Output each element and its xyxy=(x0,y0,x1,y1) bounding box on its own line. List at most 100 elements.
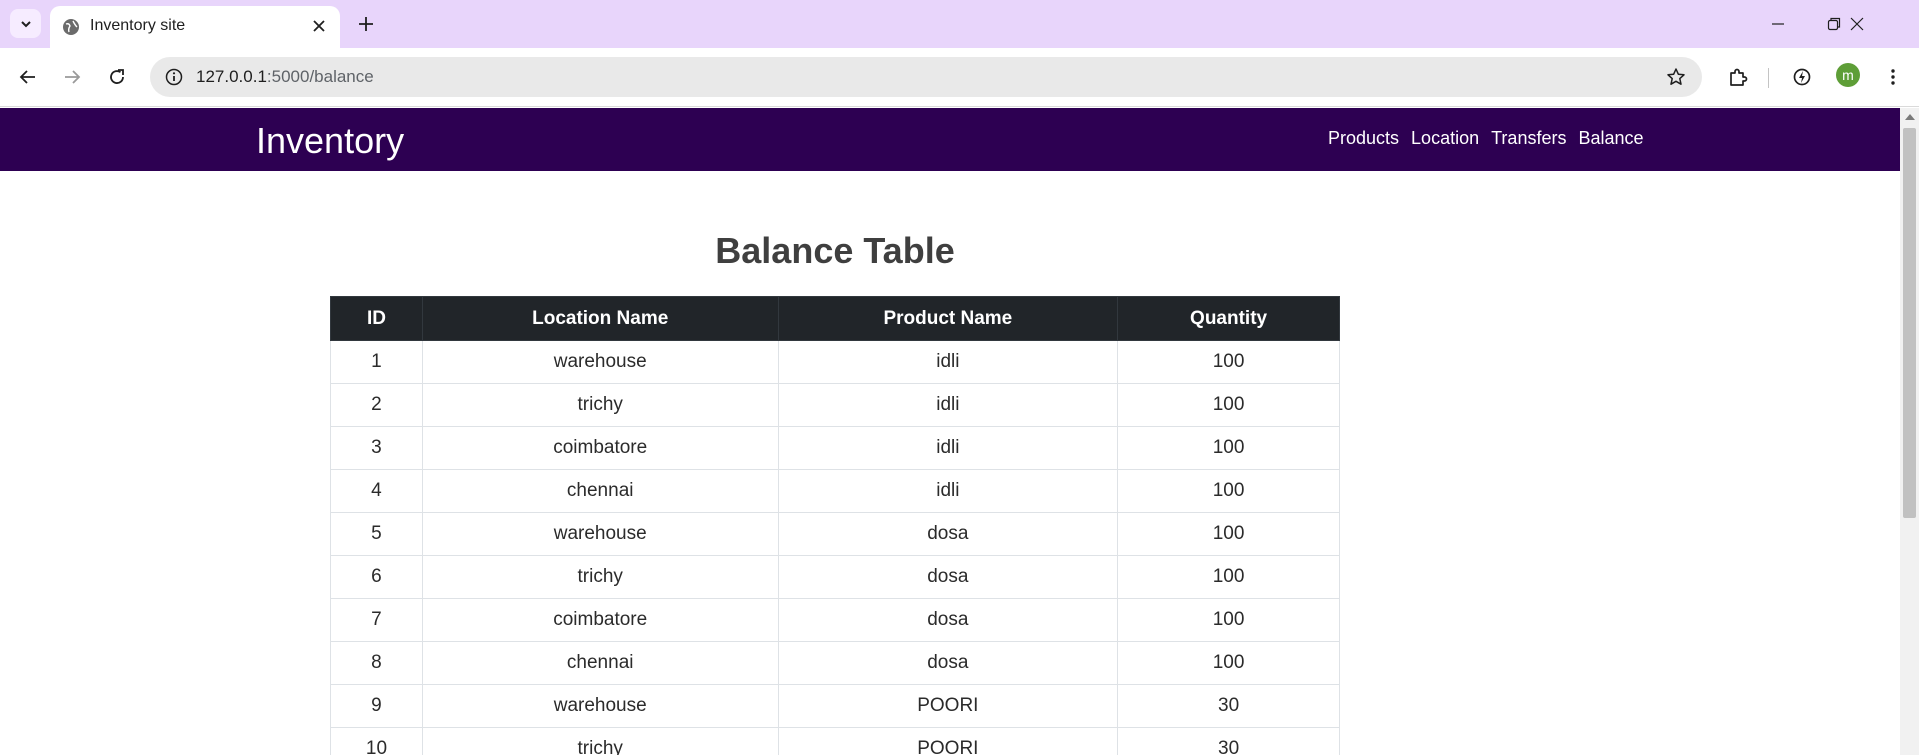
table-row: 7 coimbatore dosa 100 xyxy=(330,598,1340,642)
puzzle-icon xyxy=(1730,68,1748,86)
scrollbar-thumb[interactable] xyxy=(1903,128,1916,518)
nav-links: Products Location Transfers Balance xyxy=(1328,128,1644,149)
close-icon xyxy=(1850,17,1864,31)
table-row: 9 warehouse POORI 30 xyxy=(330,684,1340,728)
cell-location: trichy xyxy=(421,383,779,427)
nav-link-location[interactable]: Location xyxy=(1411,128,1479,149)
arrow-right-icon xyxy=(65,70,81,84)
table-row: 10 trichy POORI 30 xyxy=(330,727,1340,755)
cell-quantity: 30 xyxy=(1117,727,1340,755)
url-host: 127.0.0.1 xyxy=(196,67,267,86)
cell-product: idli xyxy=(777,340,1119,384)
speed-icon xyxy=(1793,68,1811,86)
reload-button[interactable] xyxy=(101,61,133,93)
cell-quantity: 100 xyxy=(1117,641,1340,685)
page-scrollbar[interactable] xyxy=(1900,108,1919,755)
cell-location: chennai xyxy=(421,469,779,513)
cell-id: 5 xyxy=(330,512,423,556)
cell-id: 6 xyxy=(330,555,423,599)
browser-menu-button[interactable] xyxy=(1877,61,1909,93)
globe-icon xyxy=(63,19,79,35)
column-header-location: Location Name xyxy=(421,296,779,341)
toolbar-separator xyxy=(1768,68,1769,88)
cell-location: coimbatore xyxy=(421,426,779,470)
cell-id: 4 xyxy=(330,469,423,513)
cell-product: dosa xyxy=(777,512,1119,556)
cell-id: 7 xyxy=(330,598,423,642)
cell-id: 8 xyxy=(330,641,423,685)
column-header-product: Product Name xyxy=(777,296,1119,341)
cell-location: trichy xyxy=(421,727,779,755)
cell-id: 10 xyxy=(330,727,423,755)
cell-product: POORI xyxy=(777,684,1119,728)
table-row: 6 trichy dosa 100 xyxy=(330,555,1340,599)
chevron-down-icon xyxy=(20,20,31,27)
cell-quantity: 100 xyxy=(1117,426,1340,470)
table-row: 5 warehouse dosa 100 xyxy=(330,512,1340,556)
cell-product: idli xyxy=(777,469,1119,513)
table-row: 1 warehouse idli 100 xyxy=(330,340,1340,384)
reload-icon xyxy=(110,69,124,84)
cell-location: chennai xyxy=(421,641,779,685)
column-header-quantity: Quantity xyxy=(1117,296,1340,341)
extensions-button[interactable] xyxy=(1722,61,1754,93)
forward-button[interactable] xyxy=(56,61,88,93)
close-icon xyxy=(313,20,325,32)
close-window-button[interactable] xyxy=(1837,8,1877,40)
cell-location: warehouse xyxy=(421,684,779,728)
arrow-left-icon xyxy=(19,70,35,84)
more-vert-icon xyxy=(1891,69,1895,85)
tab-close-button[interactable] xyxy=(308,15,330,37)
bookmark-button[interactable] xyxy=(1664,65,1688,89)
cell-quantity: 100 xyxy=(1117,512,1340,556)
info-icon xyxy=(165,68,183,86)
site-brand[interactable]: Inventory xyxy=(256,120,404,162)
cell-product: dosa xyxy=(777,598,1119,642)
page-title: Balance Table xyxy=(715,230,955,271)
cell-id: 9 xyxy=(330,684,423,728)
table-row: 2 trichy idli 100 xyxy=(330,383,1340,427)
table-row: 4 chennai idli 100 xyxy=(330,469,1340,513)
back-button[interactable] xyxy=(12,61,44,93)
cell-quantity: 100 xyxy=(1117,469,1340,513)
site-info-button[interactable] xyxy=(160,63,188,91)
address-bar[interactable]: 127.0.0.1:5000/balance xyxy=(150,57,1702,97)
cell-location: warehouse xyxy=(421,340,779,384)
nav-link-balance[interactable]: Balance xyxy=(1578,128,1643,149)
cell-product: POORI xyxy=(777,727,1119,755)
cell-product: dosa xyxy=(777,641,1119,685)
cell-quantity: 100 xyxy=(1117,555,1340,599)
cell-id: 2 xyxy=(330,383,423,427)
column-header-id: ID xyxy=(330,296,423,341)
table-row: 8 chennai dosa 100 xyxy=(330,641,1340,685)
active-tab[interactable]: Inventory site xyxy=(50,6,340,48)
minimize-icon xyxy=(1772,23,1784,25)
table-row: 3 coimbatore idli 100 xyxy=(330,426,1340,470)
cell-quantity: 30 xyxy=(1117,684,1340,728)
new-tab-button[interactable] xyxy=(352,10,380,38)
cell-product: dosa xyxy=(777,555,1119,599)
nav-link-transfers[interactable]: Transfers xyxy=(1491,128,1566,149)
performance-button[interactable] xyxy=(1786,61,1818,93)
plus-icon xyxy=(359,17,373,31)
profile-avatar[interactable]: m xyxy=(1836,63,1860,87)
cell-location: trichy xyxy=(421,555,779,599)
minimize-button[interactable] xyxy=(1758,8,1798,40)
browser-toolbar: 127.0.0.1:5000/balance m xyxy=(0,48,1919,107)
nav-link-products[interactable]: Products xyxy=(1328,128,1399,149)
cell-id: 3 xyxy=(330,426,423,470)
tab-strip: Inventory site xyxy=(0,0,1919,48)
cell-quantity: 100 xyxy=(1117,598,1340,642)
table-header-row: ID Location Name Product Name Quantity xyxy=(330,296,1340,341)
cell-location: warehouse xyxy=(421,512,779,556)
page-viewport: Inventory Products Location Transfers Ba… xyxy=(0,108,1900,755)
tab-search-button[interactable] xyxy=(10,9,41,38)
star-icon xyxy=(1667,68,1685,85)
cell-quantity: 100 xyxy=(1117,340,1340,384)
site-navbar: Inventory Products Location Transfers Ba… xyxy=(0,108,1900,171)
scroll-up-arrow-icon[interactable] xyxy=(1905,114,1915,120)
cell-product: idli xyxy=(777,383,1119,427)
cell-location: coimbatore xyxy=(421,598,779,642)
cell-product: idli xyxy=(777,426,1119,470)
url-text: 127.0.0.1:5000/balance xyxy=(196,67,374,87)
